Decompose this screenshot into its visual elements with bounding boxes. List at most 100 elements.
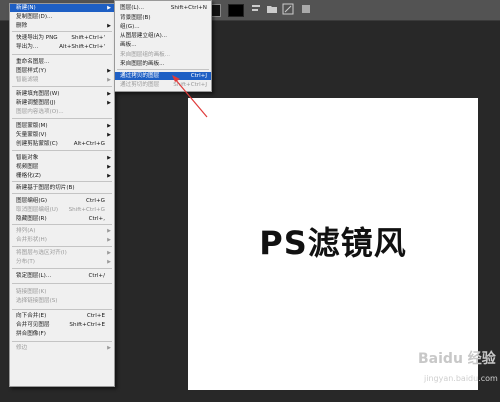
submenu-arrow-icon: ▶ xyxy=(107,250,111,256)
layer-menu-item-label: 矢量蒙版(V) xyxy=(16,132,47,138)
watermark-main: Baidu 经验 xyxy=(418,351,496,367)
background-color-swatch[interactable] xyxy=(228,4,244,17)
layer-menu-item[interactable]: 创建剪贴蒙版(C) Alt+Ctrl+G xyxy=(10,140,114,148)
menu-separator xyxy=(12,224,112,225)
layer-icon[interactable] xyxy=(300,3,312,15)
layer-menu-item[interactable]: 新建填充图层(W) ▶ xyxy=(10,90,114,98)
layer-menu-item[interactable]: 重命名图层... xyxy=(10,58,114,66)
new-submenu-item: 通过剪切的图层 Shift+Ctrl+J xyxy=(115,81,211,89)
layer-menu-item-label: 视频图层 xyxy=(16,164,39,170)
submenu-arrow-icon: ▶ xyxy=(107,123,111,129)
new-submenu-item-shortcut: Shift+Ctrl+J xyxy=(173,82,207,88)
layer-menu-item-label: 链接图层(K) xyxy=(16,289,47,295)
layer-menu-item[interactable]: 快速导出为 PNG Shift+Ctrl+' xyxy=(10,34,114,42)
layer-menu-item[interactable]: 新建基于图层的切片(B) xyxy=(10,184,114,192)
layer-menu-item-shortcut: Ctrl+, xyxy=(88,216,105,222)
layer-menu-item-label: 合并可见图层 xyxy=(16,322,50,328)
layer-menu-item[interactable]: 新建(N) ▶ xyxy=(10,4,114,12)
layer-menu-item[interactable]: 锁定图层(L)... Ctrl+/ xyxy=(10,272,114,280)
layer-menu-item[interactable]: 视频图层 ▶ xyxy=(10,163,114,171)
menu-separator xyxy=(12,31,112,32)
new-submenu-item-label: 通过剪切的图层 xyxy=(120,82,160,88)
layer-menu-item-label: 合并形状(H) xyxy=(16,237,47,243)
layer-menu-item[interactable]: 隐藏图层(R) Ctrl+, xyxy=(10,215,114,223)
submenu-arrow-icon: ▶ xyxy=(107,132,111,138)
layer-menu-item[interactable]: 栅格化(Z) ▶ xyxy=(10,172,114,180)
layer-menu-item: 修边 ▶ xyxy=(10,344,114,352)
layer-menu-item[interactable]: 向下合并(E) Ctrl+E xyxy=(10,312,114,320)
fx-icon[interactable] xyxy=(282,3,294,15)
new-submenu-item-shortcut: Ctrl+J xyxy=(190,73,207,79)
new-submenu-item[interactable]: 来自图层的画板... xyxy=(115,60,211,68)
layer-menu-item-label: 图层内容选项(O)... xyxy=(16,109,64,115)
layer-menu-item-shortcut: Shift+Ctrl+G xyxy=(68,207,105,213)
canvas-title-text: PS滤镜风 xyxy=(259,224,407,262)
layer-menu-item-label: 图层样式(Y) xyxy=(16,68,47,74)
submenu-arrow-icon: ▶ xyxy=(107,91,111,97)
layer-menu-item-label: 新建基于图层的切片(B) xyxy=(16,185,75,191)
layer-menu-item[interactable]: 复制图层(D)... xyxy=(10,13,114,21)
layer-menu: 新建(N) ▶ 复制图层(D)... 删除 ▶ 快速导出为 PNG Shift+Ctrl+'… xyxy=(9,3,115,387)
new-submenu-item[interactable]: 画板... xyxy=(115,41,211,49)
layer-menu-item-label: 锁定图层(L)... xyxy=(16,273,52,279)
menu-separator xyxy=(12,246,112,247)
layer-menu-item[interactable]: 拼合图像(F) xyxy=(10,330,114,338)
layer-menu-item-label: 图层蒙版(M) xyxy=(16,123,48,129)
new-submenu-item-label: 画板... xyxy=(120,42,137,48)
layer-menu-item-label: 取消图层编组(U) xyxy=(16,207,59,213)
layer-menu-item[interactable]: 新建调整图层(J) ▶ xyxy=(10,99,114,107)
layer-menu-item[interactable]: 图层编组(G) Ctrl+G xyxy=(10,197,114,205)
new-submenu-item-label: 来自图层的画板... xyxy=(120,61,165,67)
layer-menu-item[interactable]: 合并可见图层 Shift+Ctrl+E xyxy=(10,321,114,329)
layer-menu-item[interactable]: 导出为... Alt+Shift+Ctrl+' xyxy=(10,43,114,51)
layer-menu-item[interactable]: 删除 ▶ xyxy=(10,22,114,30)
menu-separator xyxy=(117,69,209,70)
layer-menu-item-shortcut: Ctrl+/ xyxy=(88,273,105,279)
new-submenu-item[interactable]: 背景图层(B) xyxy=(115,14,211,22)
layer-menu-item-label: 智能对象 xyxy=(16,155,39,161)
layer-menu-item: 排列(A) ▶ xyxy=(10,227,114,235)
new-submenu-item-label: 图层(L)... xyxy=(120,5,145,11)
layer-menu-item-label: 新建填充图层(W) xyxy=(16,91,60,97)
layer-menu-item: 合并形状(H) ▶ xyxy=(10,236,114,244)
submenu-arrow-icon: ▶ xyxy=(107,259,111,265)
layer-menu-item[interactable]: 图层蒙版(M) ▶ xyxy=(10,122,114,130)
layer-menu-item-shortcut: Alt+Ctrl+G xyxy=(73,141,105,147)
layer-menu-item-shortcut: Shift+Ctrl+E xyxy=(69,322,105,328)
layer-menu-item: 链接图层(K) xyxy=(10,288,114,296)
new-submenu-item[interactable]: 组(G)... xyxy=(115,23,211,31)
layer-menu-item-label: 图层编组(G) xyxy=(16,198,48,204)
new-submenu-item[interactable]: 通过拷贝的图层 Ctrl+J xyxy=(115,72,211,80)
layer-menu-item-label: 栅格化(Z) xyxy=(16,173,41,179)
new-submenu-item[interactable]: 从图层建立组(A)... xyxy=(115,32,211,40)
layer-menu-item: 分布(T) ▶ xyxy=(10,258,114,266)
new-submenu-item-label: 来自图层组的画板... xyxy=(120,52,171,58)
layer-menu-item[interactable]: 图层样式(Y) ▶ xyxy=(10,67,114,75)
layer-menu-item: 智能滤镜 ▶ xyxy=(10,76,114,84)
submenu-arrow-icon: ▶ xyxy=(107,164,111,170)
layer-menu-item-label: 修边 xyxy=(16,345,28,351)
new-submenu-item-shortcut: Shift+Ctrl+N xyxy=(170,5,207,11)
menu-separator xyxy=(12,268,112,269)
new-submenu-item-label: 组(G)... xyxy=(120,24,140,30)
align-icon[interactable] xyxy=(250,3,262,15)
submenu-arrow-icon: ▶ xyxy=(107,68,111,74)
watermark-logo: Baidu 经验 jingyan.baidu.com xyxy=(410,344,498,394)
layer-menu-item-label: 创建剪贴蒙版(C) xyxy=(16,141,58,147)
new-submenu-item[interactable]: 图层(L)... Shift+Ctrl+N xyxy=(115,4,211,12)
submenu-arrow-icon: ▶ xyxy=(107,237,111,243)
layer-menu-item-label: 新建调整图层(J) xyxy=(16,100,56,106)
menu-separator xyxy=(12,150,112,151)
new-submenu-item: 来自图层组的画板... xyxy=(115,51,211,59)
layer-menu-item[interactable]: 矢量蒙版(V) ▶ xyxy=(10,131,114,139)
menu-separator xyxy=(12,54,112,55)
layer-menu-item[interactable]: 智能对象 ▶ xyxy=(10,154,114,162)
layer-menu-item: 选择链接图层(S) xyxy=(10,297,114,305)
menu-separator xyxy=(12,118,112,119)
submenu-arrow-icon: ▶ xyxy=(107,173,111,179)
layer-menu-item-label: 选择链接图层(S) xyxy=(16,298,58,304)
layer-menu-item-label: 向下合并(E) xyxy=(16,313,47,319)
layer-menu-item-label: 智能滤镜 xyxy=(16,77,39,83)
folder-icon[interactable] xyxy=(266,3,278,15)
layer-menu-item-shortcut: Ctrl+G xyxy=(86,198,105,204)
